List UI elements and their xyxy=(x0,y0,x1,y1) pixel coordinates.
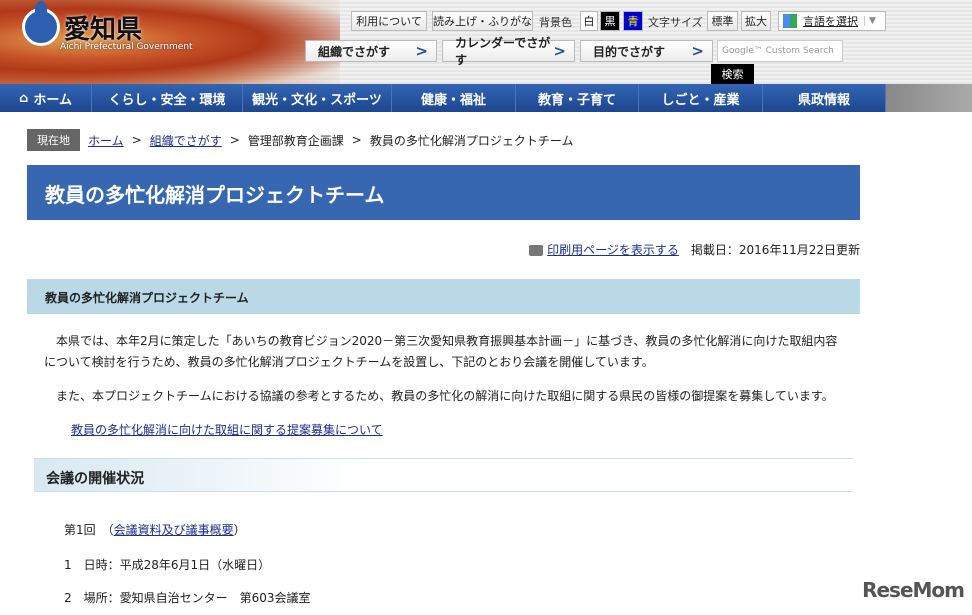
search-by-org-button[interactable]: 組織でさがす > xyxy=(305,40,437,62)
breadcrumb-home[interactable]: ホーム xyxy=(88,132,124,149)
nav-government[interactable]: 県政情報 xyxy=(763,84,886,112)
button-label: 目的でさがす xyxy=(593,44,666,59)
page-title: 教員の多忙化解消プロジェクトチーム xyxy=(27,165,860,220)
section-heading: 教員の多忙化解消プロジェクトチーム xyxy=(27,279,860,314)
breadcrumb-org[interactable]: 組織でさがす xyxy=(150,132,222,149)
nav-education[interactable]: 教育・子育て xyxy=(516,84,639,112)
round-label: 第1回 xyxy=(64,523,96,537)
button-label: 組織でさがす xyxy=(318,44,391,59)
search-by-calendar-button[interactable]: カレンダーでさがす > xyxy=(442,36,575,67)
dropdown-arrow-icon: ▼ xyxy=(864,16,876,26)
breadcrumb-dept: 管理部教育企画課 xyxy=(247,133,344,148)
nav-home[interactable]: ⌂ ホーム xyxy=(0,84,92,112)
nav-label: ホーム xyxy=(33,92,72,108)
intro-paragraph: 本県では、本年2月に策定した「あいちの教育ビジョン2020－第三次愛知県教育振興… xyxy=(44,334,838,369)
home-icon: ⌂ xyxy=(19,90,29,106)
chevron-right-icon: > xyxy=(415,42,428,60)
search-button[interactable]: 検索 xyxy=(711,64,754,84)
font-large-button[interactable]: 拡大 xyxy=(741,11,771,31)
readout-button[interactable]: 読み上げ・ふりがな xyxy=(432,11,533,31)
breadcrumb-separator: > xyxy=(351,133,362,147)
chevron-right-icon: > xyxy=(691,42,704,60)
meeting-date: 1 日時：平成28年6月1日（水曜日） xyxy=(64,558,271,572)
google-translate-icon xyxy=(783,14,797,28)
language-label: 言語を選択 xyxy=(803,15,858,28)
site-logo[interactable]: 愛知県 Aichi Prefectural Government xyxy=(22,1,193,52)
meeting-place: 2 場所：愛知県自治センター 第603会議室 xyxy=(64,591,311,605)
bg-black-button[interactable]: 黒 xyxy=(600,11,620,31)
nav-work[interactable]: しごと・産業 xyxy=(639,84,763,112)
nav-tourism[interactable]: 観光・文化・スポーツ xyxy=(243,84,392,112)
breadcrumb-separator: > xyxy=(229,133,240,147)
button-label: カレンダーでさがす xyxy=(455,36,551,67)
prefecture-emblem-icon xyxy=(22,1,60,46)
breadcrumb-separator: > xyxy=(131,133,142,147)
global-nav: ⌂ ホーム くらし・安全・環境 観光・文化・スポーツ 健康・福祉 教育・子育て し… xyxy=(0,84,972,112)
page-meta: 印刷用ページを表示する 掲載日：2016年11月22日更新 xyxy=(529,241,860,258)
print-link-label: 印刷用ページを表示する xyxy=(547,243,679,257)
logo-subtitle: Aichi Prefectural Government xyxy=(60,42,193,52)
printer-icon xyxy=(529,245,544,256)
meetings-heading: 会議の開催状況 xyxy=(34,458,853,492)
usage-button[interactable]: 利用について xyxy=(351,11,427,31)
font-size-label: 文字サイズ xyxy=(648,16,703,29)
breadcrumb-current: 教員の多忙化解消プロジェクトチーム xyxy=(369,133,574,148)
proposal-link[interactable]: 教員の多忙化解消に向けた取組に関する提案募集について xyxy=(71,420,383,441)
meeting-round: 第1回 （会議資料及び議事概要） xyxy=(64,523,246,537)
language-select[interactable]: 言語を選択 ▼ xyxy=(778,11,886,31)
breadcrumb: 現在地 ホーム > 組織でさがす > 管理部教育企画課 > 教員の多忙化解消プロ… xyxy=(27,129,574,151)
bg-blue-button[interactable]: 青 xyxy=(623,11,643,31)
proposal-paragraph: また、本プロジェクトチームにおける協議の参考とするため、教員の多忙化の解消に向け… xyxy=(56,389,834,403)
updated-date: 掲載日：2016年11月22日更新 xyxy=(690,243,860,257)
print-link[interactable]: 印刷用ページを表示する xyxy=(529,241,679,258)
font-standard-button[interactable]: 標準 xyxy=(707,11,738,31)
bg-white-button[interactable]: 白 xyxy=(580,11,598,31)
breadcrumb-label: 現在地 xyxy=(27,129,80,151)
nav-health[interactable]: 健康・福祉 xyxy=(392,84,516,112)
resemom-watermark: ReseMom xyxy=(862,578,965,602)
site-header: 愛知県 Aichi Prefectural Government 利用について … xyxy=(0,0,972,84)
chevron-right-icon: > xyxy=(553,42,566,60)
logo-text: 愛知県 xyxy=(64,14,143,45)
bg-color-label: 背景色 xyxy=(539,16,572,29)
search-by-purpose-button[interactable]: 目的でさがす > xyxy=(580,40,713,62)
nav-living[interactable]: くらし・安全・環境 xyxy=(92,84,243,112)
site-search-input[interactable]: Google™ Custom Search xyxy=(717,40,843,62)
materials-link[interactable]: 会議資料及び議事概要 xyxy=(114,523,234,537)
